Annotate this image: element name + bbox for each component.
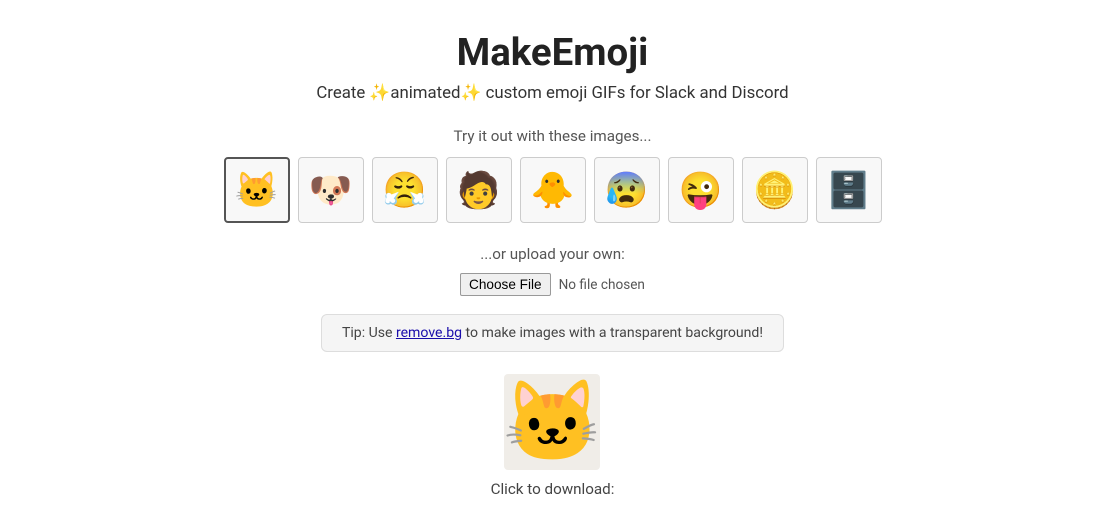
sample-image-troll[interactable]: 😤 xyxy=(372,157,438,223)
sample-image-person[interactable]: 🧑 xyxy=(446,157,512,223)
sample-image-bitcoin[interactable]: 🪙 xyxy=(742,157,808,223)
try-images-label: Try it out with these images... xyxy=(454,127,652,145)
sample-image-server[interactable]: 🗄️ xyxy=(816,157,882,223)
preview-image[interactable]: 🐱 xyxy=(504,374,600,470)
tip-box: Tip: Use remove.bg to make images with a… xyxy=(321,314,784,352)
sparkle-right: ✨ xyxy=(461,83,482,103)
sparkle-left: ✨ xyxy=(369,83,390,103)
sample-image-sweat[interactable]: 😰 xyxy=(594,157,660,223)
tip-text-before: Tip: Use xyxy=(342,325,396,341)
click-to-download-label: Click to download: xyxy=(491,480,615,498)
subtitle-suffix: custom emoji GIFs for Slack and Discord xyxy=(481,83,788,103)
subtitle: Create ✨animated✨ custom emoji GIFs for … xyxy=(316,83,788,103)
choose-file-button[interactable]: Choose File xyxy=(460,273,551,296)
sample-image-pikachu[interactable]: 🐥 xyxy=(520,157,586,223)
preview-container: 🐱 Click to download: xyxy=(491,374,615,498)
file-input-row: Choose File No file chosen xyxy=(460,273,645,296)
preview-emoji: 🐱 xyxy=(504,375,600,469)
upload-label: ...or upload your own: xyxy=(480,245,625,263)
remove-bg-link[interactable]: remove.bg xyxy=(396,325,462,341)
sample-image-wink[interactable]: 😜 xyxy=(668,157,734,223)
tip-text-after: to make images with a transparent backgr… xyxy=(462,325,763,341)
sample-images-row: 🐱🐶😤🧑🐥😰😜🪙🗄️ xyxy=(224,157,882,223)
subtitle-middle: animated xyxy=(390,83,460,103)
sample-image-cat[interactable]: 🐱 xyxy=(224,157,290,223)
app-title: MakeEmoji xyxy=(457,30,649,75)
sample-image-doge[interactable]: 🐶 xyxy=(298,157,364,223)
subtitle-prefix: Create xyxy=(316,83,369,103)
no-file-text: No file chosen xyxy=(559,277,645,293)
